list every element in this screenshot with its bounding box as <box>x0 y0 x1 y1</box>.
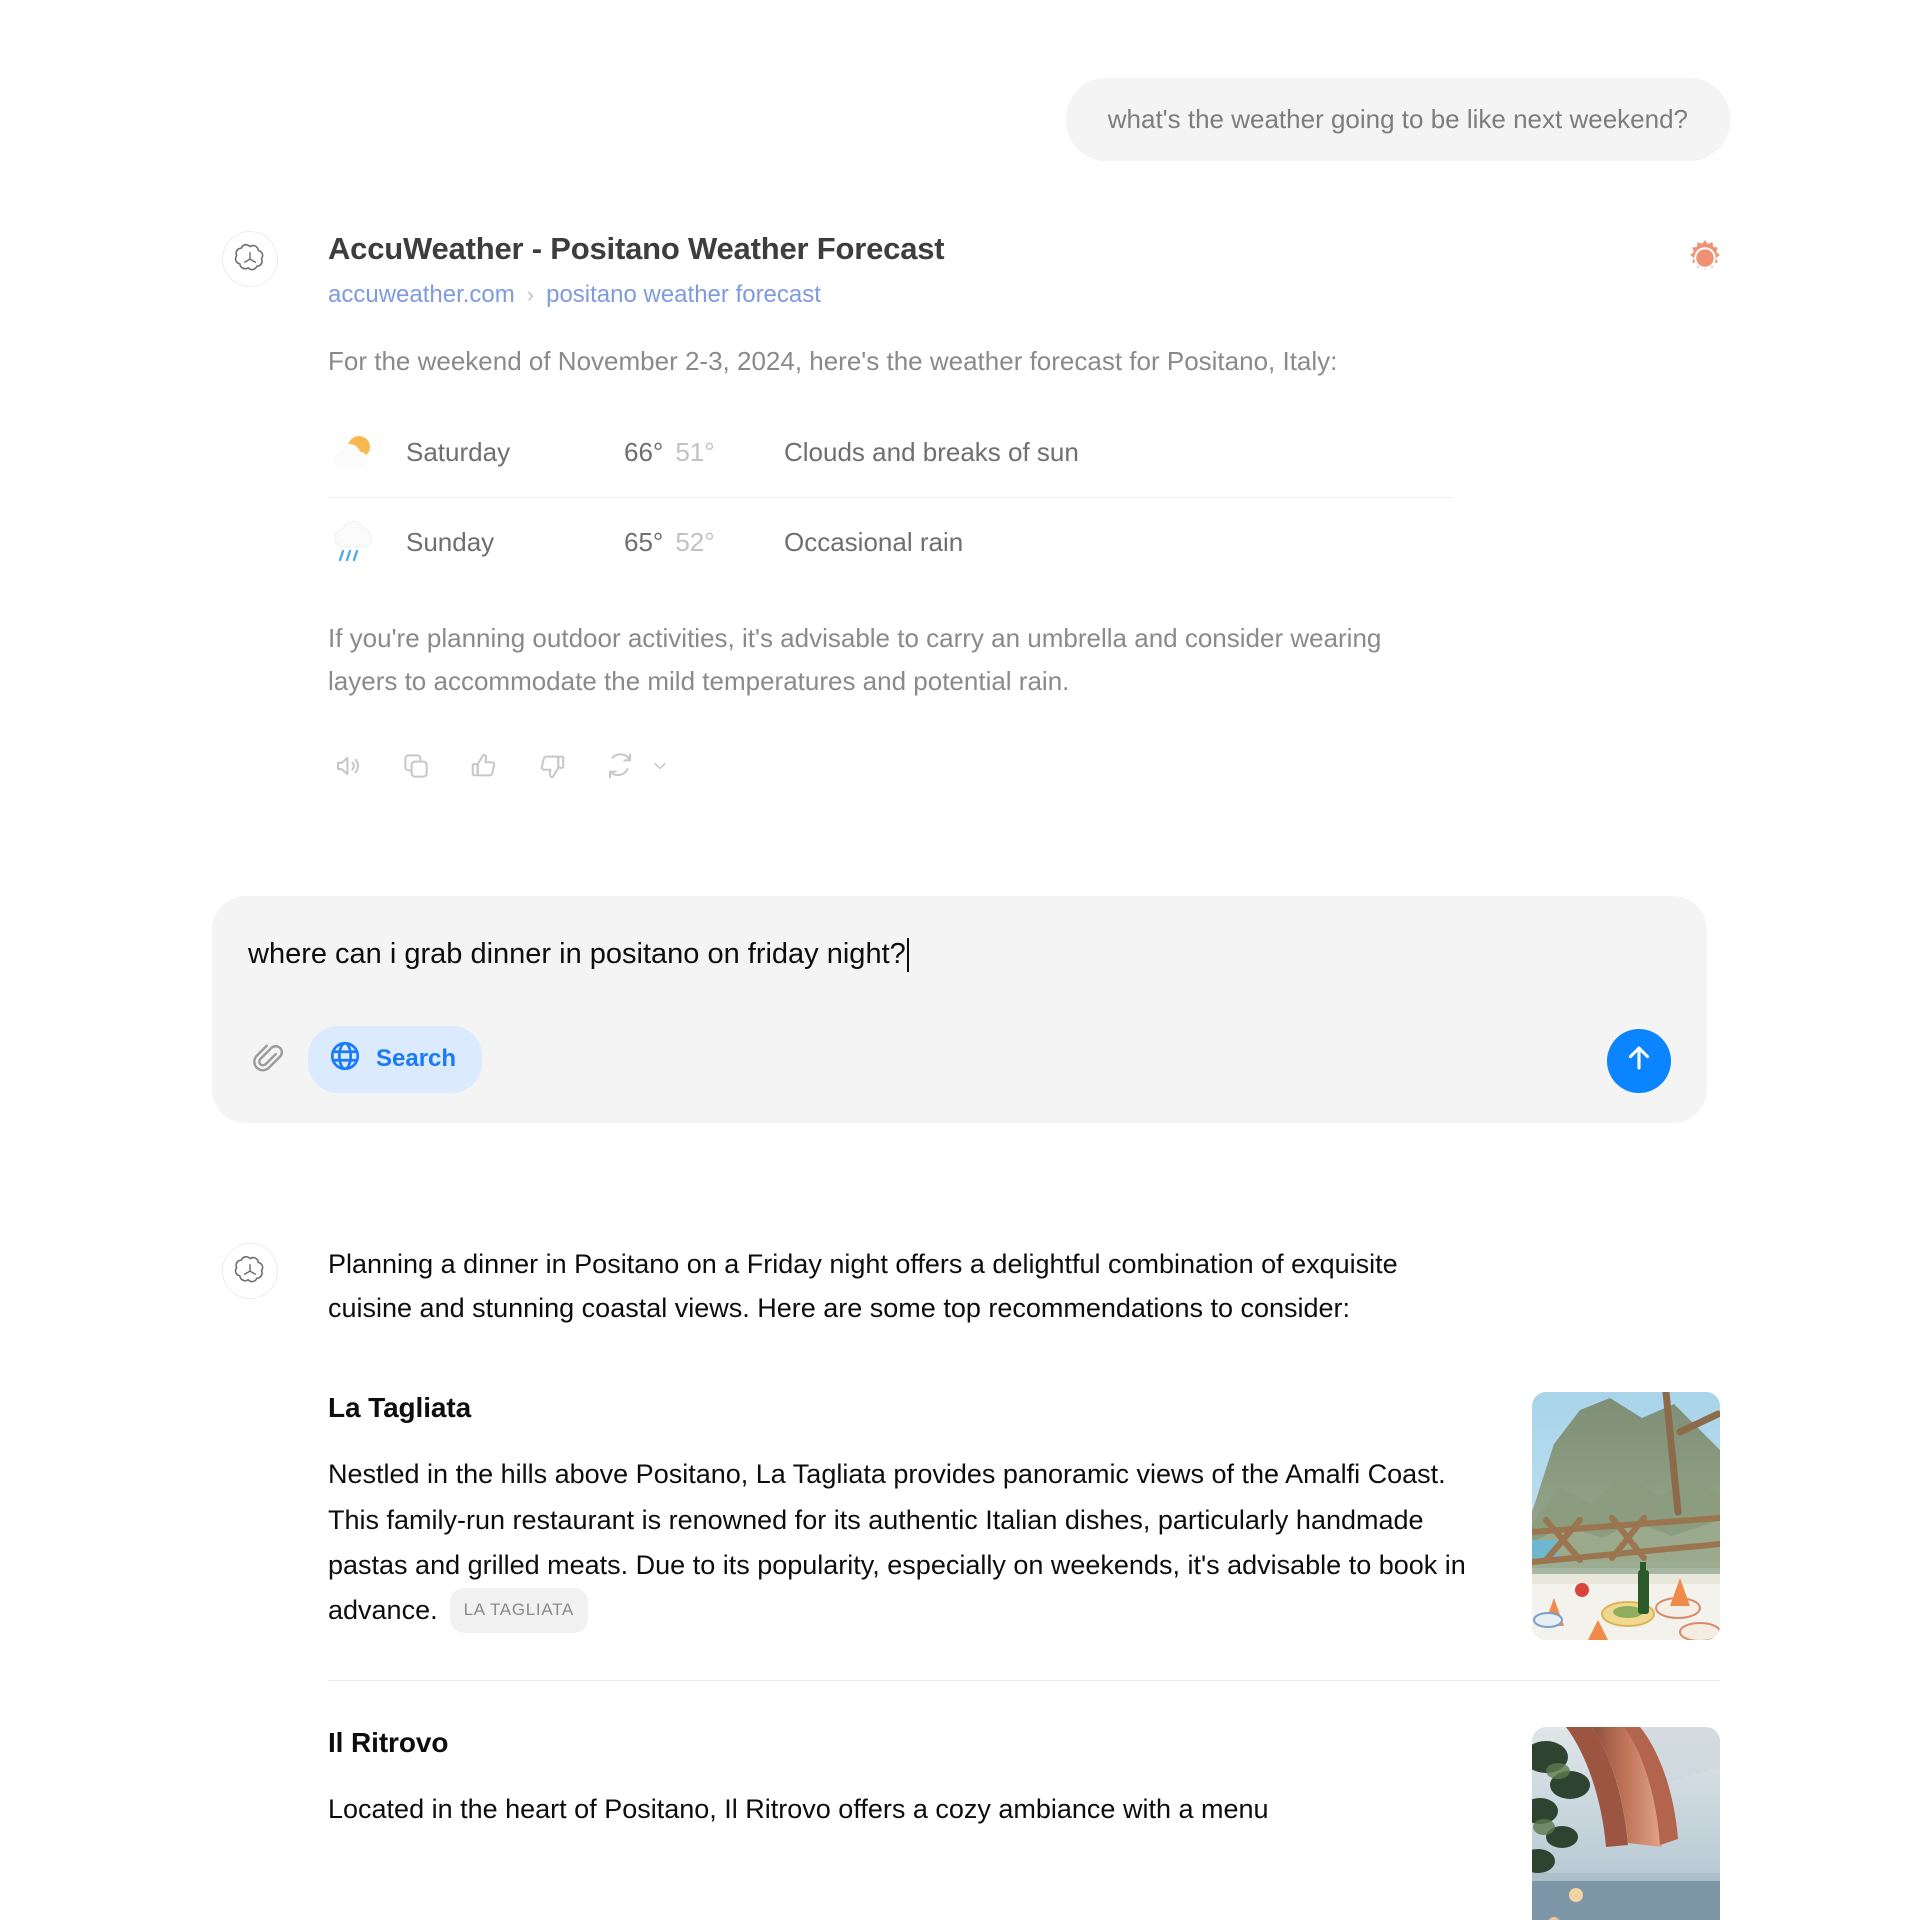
list-item: La Tagliata Nestled in the hills above P… <box>328 1392 1720 1682</box>
restaurant-text: La Tagliata Nestled in the hills above P… <box>328 1392 1486 1640</box>
restaurant-name: Il Ritrovo <box>328 1727 449 1759</box>
restaurant-thumbnail[interactable] <box>1532 1392 1720 1641</box>
restaurant-answer-block: Planning a dinner in Positano on a Frida… <box>0 1242 1920 1920</box>
weather-low: 52° <box>675 526 715 557</box>
restaurant-name: La Tagliata <box>328 1392 472 1424</box>
weather-description: Occasional rain <box>784 526 964 557</box>
breadcrumb-domain[interactable]: accuweather.com <box>328 281 515 309</box>
weather-day: Saturday <box>406 437 511 468</box>
weather-advice-text: If you're planning outdoor activities, i… <box>328 622 1382 697</box>
citation-badge[interactable]: LA TAGLIATA <box>449 1588 588 1633</box>
composer-toolbar: Search <box>248 1025 1671 1093</box>
weather-day: Sunday <box>406 526 495 557</box>
search-tool-button[interactable]: Search <box>308 1025 483 1093</box>
weather-result-title[interactable]: AccuWeather - Positano Weather Forecast <box>328 231 945 267</box>
restaurant-text: Il Ritrovo Located in the heart of Posit… <box>328 1727 1486 1920</box>
breadcrumb-separator: › <box>526 282 535 308</box>
sun-icon <box>1682 237 1728 288</box>
openai-logo-icon <box>222 231 278 288</box>
paperclip-icon[interactable] <box>248 1036 288 1082</box>
weather-temps: 65° 52° <box>624 527 784 558</box>
composer-text-row: where can i grab dinner in positano on f… <box>248 936 1671 974</box>
restaurant-description: Located in the heart of Positano, Il Rit… <box>328 1794 1269 1825</box>
chevron-down-icon[interactable] <box>650 756 670 776</box>
weather-high: 66° <box>624 437 664 468</box>
weather-lead-text: For the weekend of November 2-3, 2024, h… <box>328 346 1338 377</box>
table-row: Sunday 65° 52° Occasional rain <box>328 498 1453 587</box>
weather-temps: 66° 51° <box>624 437 784 468</box>
weather-result-body: AccuWeather - Positano Weather Forecast … <box>328 231 1730 786</box>
globe-icon <box>328 1039 362 1080</box>
chatgpt-conversation-page: what's the weather going to be like next… <box>0 0 1920 1920</box>
openai-logo-icon <box>222 1242 278 1299</box>
sun-behind-cloud-icon <box>328 430 406 476</box>
list-item: Il Ritrovo Located in the heart of Posit… <box>328 1681 1720 1920</box>
answer-intro-text: Planning a dinner in Positano on a Frida… <box>328 1248 1398 1323</box>
weather-description: Clouds and breaks of sun <box>784 437 1079 468</box>
breadcrumb: accuweather.com › positano weather forec… <box>328 281 944 309</box>
text-caret <box>906 937 909 972</box>
weather-forecast-table: Saturday 66° 51° Clouds and breaks of sun <box>328 409 1453 587</box>
search-tool-label: Search <box>376 1045 457 1073</box>
user-message-bubble: what's the weather going to be like next… <box>1065 78 1730 162</box>
rain-cloud-icon <box>328 517 406 567</box>
speaker-icon[interactable] <box>328 746 368 786</box>
send-button[interactable] <box>1607 1028 1671 1093</box>
breadcrumb-path[interactable]: positano weather forecast <box>546 281 821 309</box>
weather-high: 65° <box>624 526 664 557</box>
weather-result-header: AccuWeather - Positano Weather Forecast … <box>328 231 1730 309</box>
restaurant-list: La Tagliata Nestled in the hills above P… <box>328 1392 1720 1920</box>
message-actions <box>328 746 1730 786</box>
restaurant-thumbnail[interactable] <box>1532 1727 1720 1920</box>
thumbs-down-icon[interactable] <box>532 746 572 786</box>
thumbs-up-icon[interactable] <box>464 746 504 786</box>
message-composer[interactable]: where can i grab dinner in positano on f… <box>212 896 1707 1123</box>
copy-icon[interactable] <box>396 746 436 786</box>
refresh-icon[interactable] <box>600 746 640 786</box>
composer-input[interactable]: where can i grab dinner in positano on f… <box>248 936 906 974</box>
weather-low: 51° <box>675 437 715 468</box>
table-row: Saturday 66° 51° Clouds and breaks of sun <box>328 409 1453 498</box>
arrow-up-icon <box>1622 1041 1656 1080</box>
user-message-row: what's the weather going to be like next… <box>0 0 1920 162</box>
weather-result-block: AccuWeather - Positano Weather Forecast … <box>0 231 1920 786</box>
restaurant-description: Nestled in the hills above Positano, La … <box>328 1452 1486 1633</box>
